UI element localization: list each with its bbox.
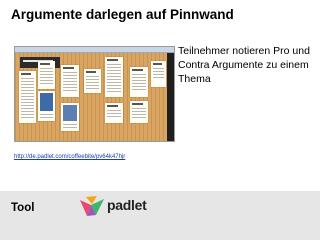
padlet-link[interactable]: http://de.padlet.com/coffeebite/pv64k47h… — [14, 154, 125, 160]
note-card — [130, 67, 148, 97]
wall-background — [15, 53, 174, 141]
note-card — [38, 61, 55, 89]
note-card — [151, 61, 166, 87]
note-card-image — [61, 103, 79, 131]
note-card — [105, 103, 123, 123]
note-card-image — [38, 91, 55, 121]
wall-sidebar — [167, 53, 174, 141]
note-card — [105, 57, 123, 97]
padlet-logo-icon — [80, 196, 104, 216]
tool-label: Tool — [11, 202, 35, 214]
padlet-logo-text: padlet — [107, 197, 147, 213]
note-card — [130, 101, 148, 123]
note-card — [19, 71, 36, 123]
slide-title: Argumente darlegen auf Pinnwand — [11, 7, 234, 22]
slide-description: Teilnehmer notieren Pro und Contra Argum… — [178, 45, 310, 85]
padlet-screenshot — [14, 46, 175, 142]
note-card — [84, 69, 101, 93]
footer-bar: Tool padlet — [0, 191, 320, 240]
note-card — [61, 65, 79, 97]
